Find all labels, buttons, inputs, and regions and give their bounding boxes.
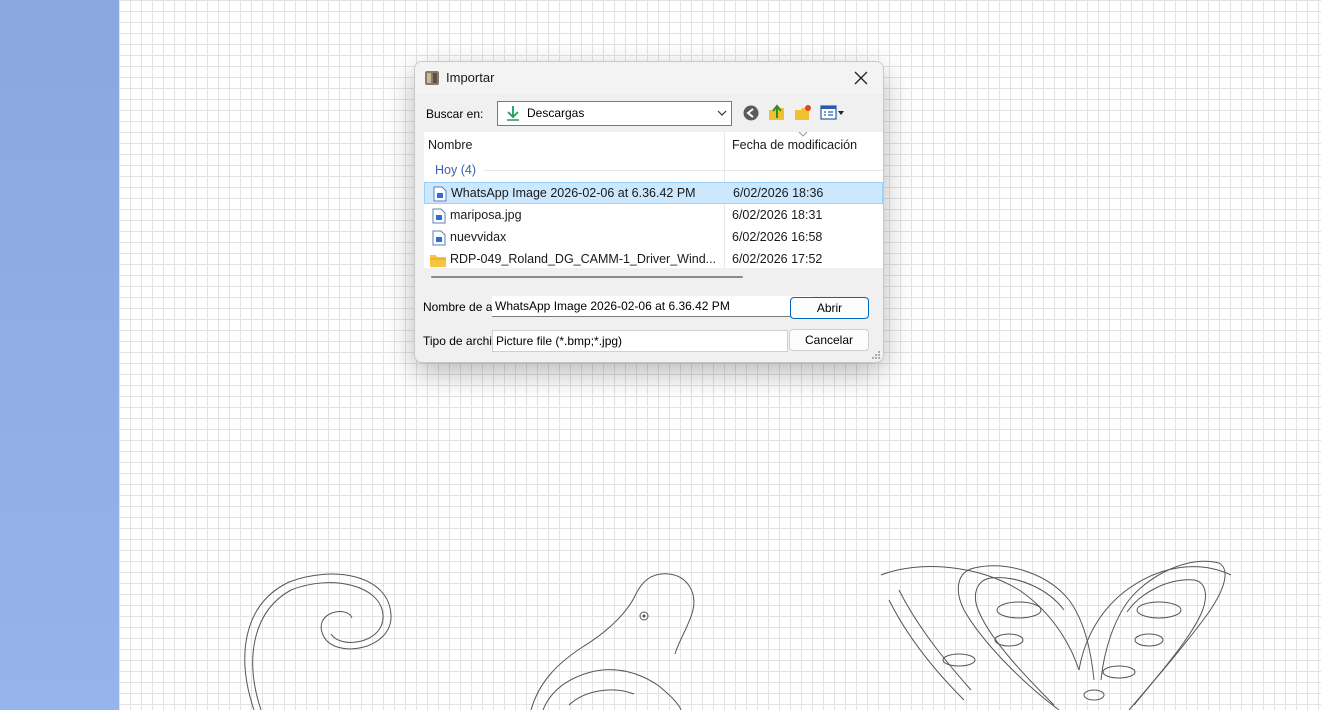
parrot-wing-inner — [568, 689, 635, 706]
cancel-button[interactable]: Cancelar — [789, 329, 869, 351]
hook-shape — [244, 573, 392, 710]
column-header-name[interactable]: Nombre — [428, 132, 472, 158]
close-icon — [854, 71, 868, 85]
look-in-label: Buscar en: — [426, 107, 484, 121]
file-row[interactable]: nuevvidax 6/02/2026 16:58 — [424, 227, 883, 249]
up-folder-icon[interactable] — [767, 104, 787, 122]
column-header-date[interactable]: Fecha de modificación — [732, 132, 857, 158]
group-divider — [484, 170, 883, 171]
file-date: 6/02/2026 18:36 — [733, 186, 824, 200]
back-icon[interactable] — [741, 104, 761, 122]
dialog-title-bar: Importar — [415, 62, 883, 94]
image-file-icon — [433, 186, 447, 202]
look-in-value: Descargas — [527, 106, 585, 120]
file-name: nuevvidax — [450, 230, 507, 244]
file-name-label: Nombre de archivo: — [423, 300, 492, 314]
view-menu-icon[interactable] — [819, 104, 845, 122]
new-folder-icon[interactable] — [793, 104, 813, 122]
left-side-panel — [0, 0, 119, 710]
import-dialog: Importar Buscar en: Descargas Nombre Fec… — [414, 61, 884, 363]
file-list[interactable]: Nombre Fecha de modificación Hoy (4) Wha… — [424, 132, 883, 268]
download-arrow-icon — [507, 106, 519, 121]
close-button[interactable] — [843, 64, 879, 92]
file-row[interactable]: RDP-049_Roland_DG_CAMM-1_Driver_Wind... … — [424, 249, 883, 268]
horizontal-scrollbar[interactable] — [431, 276, 743, 278]
file-type-select[interactable]: Picture file (*.bmp;*.jpg) — [492, 330, 788, 352]
file-type-label: Tipo de archivo: — [423, 334, 492, 348]
hook-shape-inner — [252, 582, 384, 710]
image-file-icon — [432, 208, 446, 224]
file-date: 6/02/2026 18:31 — [732, 208, 823, 222]
file-name-input[interactable]: WhatsApp Image 2026-02-06 at 6.36.42 PM — [492, 296, 812, 317]
file-date: 6/02/2026 17:52 — [732, 252, 823, 266]
open-button[interactable]: Abrir — [790, 297, 869, 319]
file-name: mariposa.jpg — [450, 208, 522, 222]
butterfly-shape — [880, 560, 1232, 710]
chevron-down-icon[interactable] — [716, 106, 728, 120]
file-name: WhatsApp Image 2026-02-06 at 6.36.42 PM — [451, 186, 696, 200]
file-name: RDP-049_Roland_DG_CAMM-1_Driver_Wind... — [450, 252, 717, 266]
look-in-combo[interactable]: Descargas — [497, 101, 732, 126]
resize-grip-icon[interactable] — [871, 350, 881, 360]
image-file-icon — [432, 230, 446, 246]
file-row[interactable]: mariposa.jpg 6/02/2026 18:31 — [424, 205, 883, 227]
dialog-title: Importar — [446, 70, 495, 85]
folder-icon — [430, 255, 446, 267]
file-row[interactable]: WhatsApp Image 2026-02-06 at 6.36.42 PM … — [424, 182, 883, 204]
importer-icon — [425, 71, 439, 85]
group-header[interactable]: Hoy (4) — [435, 163, 476, 177]
file-date: 6/02/2026 16:58 — [732, 230, 823, 244]
